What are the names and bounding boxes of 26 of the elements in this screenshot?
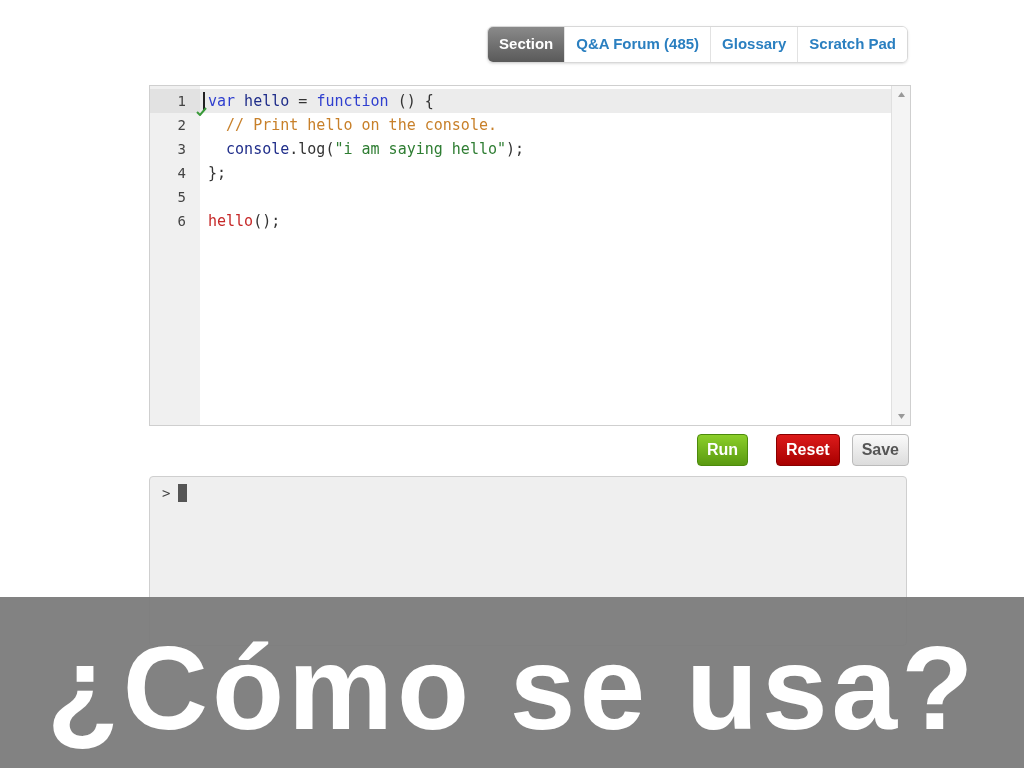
console-cursor: [178, 484, 188, 502]
scroll-up-icon[interactable]: [897, 92, 905, 97]
save-button[interactable]: Save: [851, 434, 909, 466]
text-cursor: [203, 92, 205, 111]
code-line: };: [208, 162, 227, 184]
console-prompt: >: [162, 484, 171, 503]
line-number: 3: [177, 139, 186, 159]
line-number: 6: [177, 211, 186, 231]
check-icon: [196, 107, 207, 116]
code-line: // Print hello on the console.: [225, 114, 497, 136]
line-number: 2: [177, 115, 186, 135]
tab[interactable]: Q&A Forum (485): [564, 27, 711, 62]
run-button[interactable]: Run: [696, 434, 749, 466]
line-number: 5: [177, 187, 186, 207]
code-editor[interactable]: 1 2 3 4 5 6 var hello = function () { // Print hello on the console. console.log("i am saying hello"); }; hello();: [149, 85, 911, 426]
code-line: var hello = function () {: [208, 90, 434, 112]
scrollbar[interactable]: [891, 86, 910, 425]
tab[interactable]: Section: [488, 27, 565, 62]
reset-button[interactable]: Reset: [776, 434, 840, 466]
code-line: console.log("i am saying hello");: [225, 138, 525, 160]
tab[interactable]: Scratch Pad: [797, 27, 907, 62]
line-number: 4: [177, 163, 186, 183]
line-number: 1: [177, 91, 186, 111]
scroll-down-icon[interactable]: [897, 414, 905, 419]
tab[interactable]: Glossary: [710, 27, 798, 62]
code-line: hello();: [208, 210, 281, 232]
